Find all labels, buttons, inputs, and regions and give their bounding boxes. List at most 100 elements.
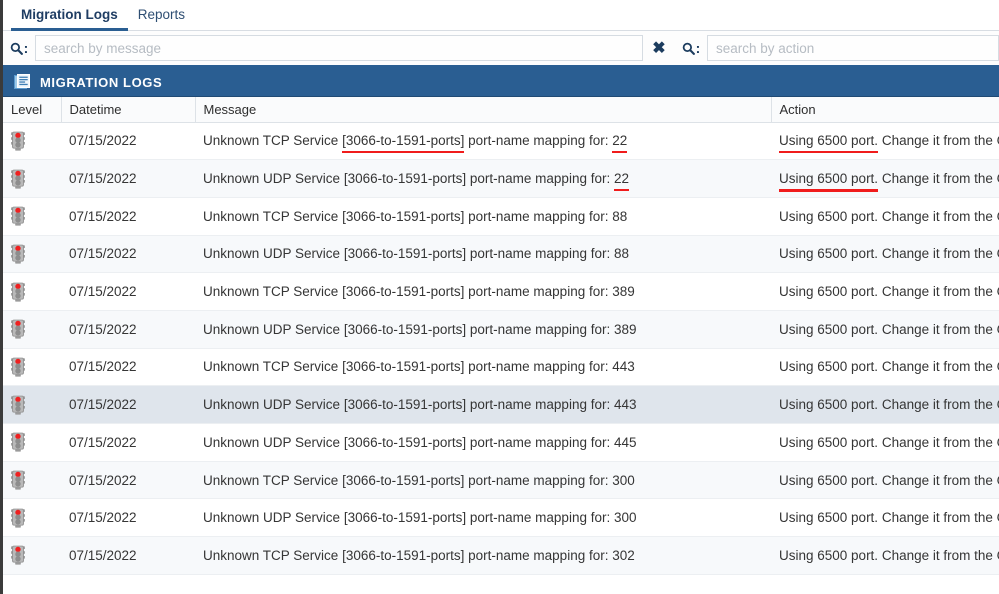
action-remainder: Change it from the GUI (881, 284, 999, 300)
cell-datetime: 07/15/2022 (61, 498, 195, 538)
tab-bar: Migration Logs Reports (3, 0, 999, 32)
message-middle: port-name mapping for: (466, 171, 614, 187)
message-prefix: Unknown UDP Service (203, 171, 344, 187)
cell-level (3, 122, 61, 161)
traffic-light-red-icon (11, 357, 25, 377)
cell-message: Unknown TCP Service [3066-to-1591-ports]… (195, 272, 771, 311)
action-remainder: Change it from the GUI (881, 321, 999, 337)
table-row[interactable]: 07/15/2022 Unknown UDP Service [3066-to-1… (3, 235, 999, 274)
column-header-datetime[interactable]: Datetime (61, 97, 196, 123)
column-header-message[interactable]: Message (195, 97, 772, 123)
table-row[interactable]: 07/15/2022 Unknown TCP Service [3066-to-1… (3, 122, 999, 161)
traffic-light-red-icon (11, 545, 25, 566)
cell-message: Unknown UDP Service [3066-to-1591-ports]… (195, 498, 771, 538)
message-port-number: 389 (613, 321, 637, 337)
cell-action: Using 6500 port. Change it from the GUI (771, 423, 999, 462)
tab-reports[interactable]: Reports (128, 0, 195, 29)
action-remainder: Change it from the GUI (881, 472, 999, 488)
traffic-light-red-icon (11, 508, 25, 528)
cell-action: Using 6500 port. Change it from the GUI (771, 197, 999, 236)
cell-message: Unknown UDP Service [3066-to-1591-ports]… (195, 235, 771, 274)
cell-datetime: 07/15/2022 (61, 423, 195, 462)
cell-level (3, 235, 61, 274)
table-row[interactable]: 07/15/2022 Unknown TCP Service [3066-to-1… (3, 461, 999, 500)
action-remainder: Change it from the GUI (881, 208, 999, 224)
action-using-port: Using 6500 port. (779, 284, 879, 300)
message-port-number: 300 (612, 472, 635, 488)
message-port-number: 302 (612, 547, 635, 563)
message-port-range-tag: [3066-to-1591-ports] (342, 284, 465, 300)
cell-datetime: 07/15/2022 (61, 159, 195, 198)
action-remainder: Change it from the GUI (881, 133, 999, 149)
column-header-level[interactable]: Level (3, 97, 62, 123)
cell-action: Using 6500 port. Change it from the GUI (771, 536, 999, 575)
table-row[interactable]: 07/15/2022 Unknown TCP Service [3066-to-1… (3, 536, 999, 575)
migration-logs-table: Level Datetime Message Action 07/15/2022… (3, 97, 999, 575)
cell-action: Using 6500 port. Change it from the GUI (771, 272, 999, 311)
message-port-number: 22 (612, 133, 628, 149)
column-header-action[interactable]: Action (771, 97, 999, 123)
cell-action: Using 6500 port. Change it from the GUI (771, 385, 999, 424)
action-using-port: Using 6500 port. (779, 397, 879, 413)
cell-datetime: 07/15/2022 (61, 536, 195, 575)
search-icon: : (675, 40, 707, 56)
tab-migration-logs[interactable]: Migration Logs (11, 0, 128, 32)
cell-level (3, 385, 61, 424)
cell-message: Unknown UDP Service [3066-to-1591-ports]… (195, 423, 771, 462)
message-port-number: 443 (612, 359, 635, 375)
cell-action: Using 6500 port. Change it from the GUI (771, 122, 999, 161)
search-message-input[interactable] (35, 35, 643, 61)
search-icon-colon: : (695, 40, 701, 56)
search-action-input[interactable] (707, 35, 999, 61)
traffic-light-red-icon (11, 432, 25, 452)
message-port-range-tag: [3066-to-1591-ports] (342, 547, 465, 563)
cell-message: Unknown UDP Service [3066-to-1591-ports]… (195, 385, 771, 424)
traffic-light-red-icon (11, 169, 25, 189)
message-middle: port-name mapping for: (466, 510, 614, 526)
cell-datetime: 07/15/2022 (61, 122, 195, 161)
search-icon: : (3, 40, 35, 56)
action-using-port: Using 6500 port. (779, 510, 879, 526)
message-middle: port-name mapping for: (464, 208, 613, 224)
cell-message: Unknown TCP Service [3066-to-1591-ports]… (195, 197, 771, 236)
table-row[interactable]: 07/15/2022 Unknown UDP Service [3066-to-1… (3, 310, 999, 349)
message-port-number: 443 (613, 397, 637, 413)
clear-search-icon[interactable]: ✖ (643, 38, 675, 58)
table-row[interactable]: 07/15/2022 Unknown TCP Service [3066-to-1… (3, 348, 999, 387)
action-remainder: Change it from the GUI (881, 547, 999, 563)
message-prefix: Unknown UDP Service (203, 434, 344, 450)
table-row[interactable]: 07/15/2022 Unknown TCP Service [3066-to-1… (3, 197, 999, 236)
traffic-light-red-icon (11, 131, 25, 151)
cell-level (3, 423, 61, 462)
table-row[interactable]: 07/15/2022 Unknown UDP Service [3066-to-1… (3, 423, 999, 462)
table-row[interactable]: 07/15/2022 Unknown UDP Service [3066-to-1… (3, 385, 999, 424)
cell-action: Using 6500 port. Change it from the GUI (771, 461, 999, 500)
cell-datetime: 07/15/2022 (61, 348, 195, 387)
table-row[interactable]: 07/15/2022 Unknown UDP Service [3066-to-1… (3, 159, 999, 198)
table-row[interactable]: 07/15/2022 Unknown TCP Service [3066-to-1… (3, 272, 999, 311)
message-port-range-tag: [3066-to-1591-ports] (343, 510, 467, 526)
cell-level (3, 498, 61, 538)
action-using-port: Using 6500 port. (779, 321, 879, 337)
action-remainder: Change it from the GUI (881, 171, 999, 187)
cell-message: Unknown TCP Service [3066-to-1591-ports]… (195, 348, 771, 387)
message-port-number: 88 (612, 208, 628, 224)
search-toolbar: : ✖ : (3, 31, 999, 68)
table-body: 07/15/2022 Unknown TCP Service [3066-to-1… (3, 122, 999, 575)
message-middle: port-name mapping for: (466, 434, 614, 450)
message-prefix: Unknown TCP Service (203, 359, 343, 375)
cell-action: Using 6500 port. Change it from the GUI (771, 498, 999, 538)
tab-migration-logs-label: Migration Logs (21, 7, 118, 22)
panel-header: MIGRATION LOGS (3, 68, 999, 97)
cell-level (3, 461, 61, 500)
action-using-port: Using 6500 port. (779, 246, 879, 262)
message-port-number: 389 (612, 284, 635, 300)
cell-level (3, 159, 61, 198)
message-prefix: Unknown UDP Service (203, 397, 344, 413)
message-middle: port-name mapping for: (466, 246, 614, 262)
message-prefix: Unknown UDP Service (203, 246, 344, 262)
table-row[interactable]: 07/15/2022 Unknown UDP Service [3066-to-1… (3, 498, 999, 538)
cell-message: Unknown TCP Service [3066-to-1591-ports]… (195, 122, 771, 161)
search-message-group: : ✖ (3, 31, 675, 65)
message-port-number: 22 (613, 171, 629, 187)
